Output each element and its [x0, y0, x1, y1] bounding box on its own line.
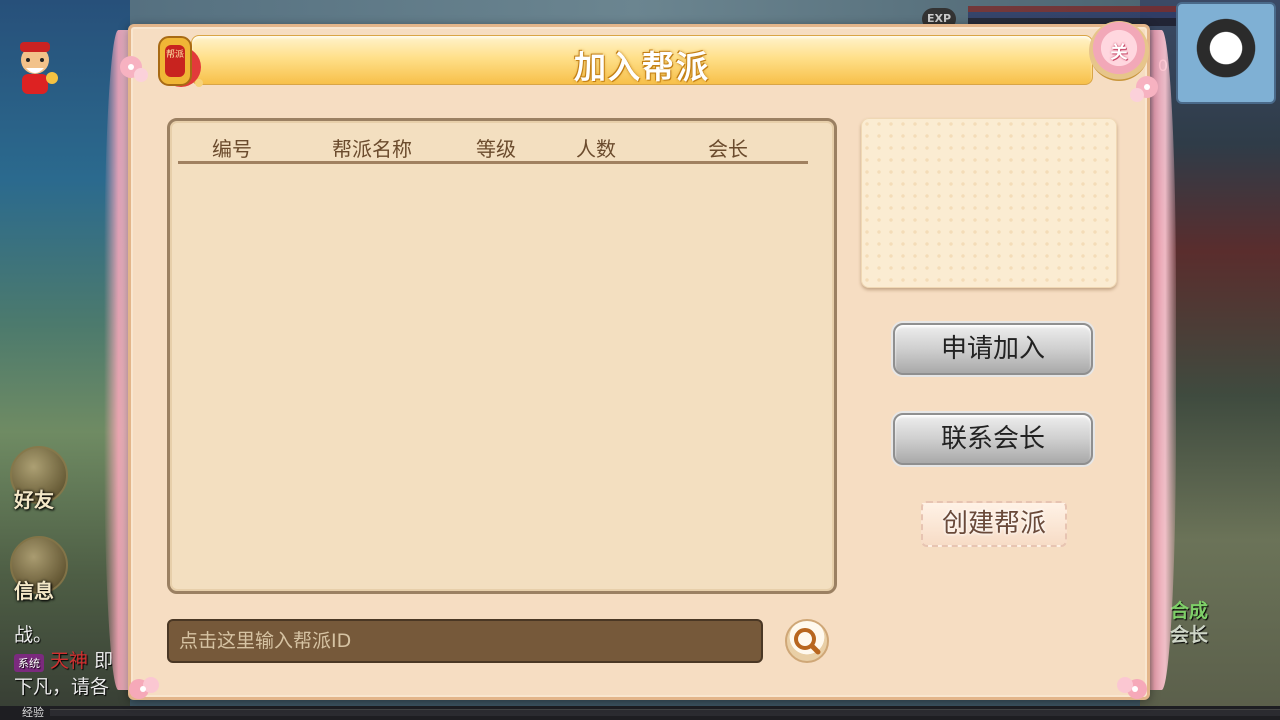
chat-line: 系统 天神 即 [14, 646, 113, 673]
messages-label: 信息 [14, 579, 54, 603]
exp-label: 经验 [22, 706, 44, 719]
guild-table: 编号 帮派名称 等级 人数 会长 [167, 118, 837, 594]
fortune-god-icon[interactable] [10, 38, 60, 98]
column-header-leader: 会长 [708, 137, 748, 161]
table-header: 编号 帮派名称 等级 人数 会长 [178, 127, 808, 164]
guild-info-panel [861, 118, 1117, 288]
title-bar: 加入帮派 [191, 35, 1093, 86]
status-bars [968, 6, 1178, 26]
side-text: 会长 [1169, 624, 1208, 646]
flower-decoration-icon [120, 56, 148, 82]
chat-line: 下凡，请各 [14, 676, 110, 698]
guild-list[interactable] [178, 165, 808, 583]
column-header-members: 人数 [576, 137, 616, 161]
flower-decoration-icon [1117, 677, 1147, 699]
emblem-text-top: 帮派 [166, 48, 184, 60]
apply-join-button[interactable]: 申请加入 [893, 323, 1093, 375]
dialog-title: 加入帮派 [573, 48, 710, 86]
column-header-id: 编号 [212, 137, 252, 161]
close-label: 关 [1110, 43, 1128, 62]
guild-id-search-input[interactable] [167, 619, 763, 663]
column-header-guild-name: 帮派名称 [332, 137, 412, 161]
friends-label: 好友 [14, 488, 54, 512]
column-header-level: 等级 [476, 137, 516, 161]
exp-bar [50, 709, 1280, 716]
side-text: 合成 [1169, 600, 1208, 622]
flower-decoration-icon [1130, 76, 1158, 102]
panda-avatar[interactable] [1176, 2, 1276, 104]
magnifier-icon [794, 628, 821, 655]
contact-leader-button[interactable]: 联系会长 [893, 413, 1093, 465]
create-guild-button[interactable]: 创建帮派 [921, 501, 1067, 547]
chat-line: 战。 [14, 624, 53, 646]
chat-name: 天神 [50, 650, 89, 672]
search-button[interactable] [785, 619, 829, 663]
join-guild-dialog: 加入帮派 帮派 关 编号 帮派名称 等级 人数 会长 申请加入 联系会长 创建帮… [120, 21, 1158, 700]
system-tag: 系统 [14, 654, 44, 672]
flower-decoration-icon [129, 677, 159, 699]
